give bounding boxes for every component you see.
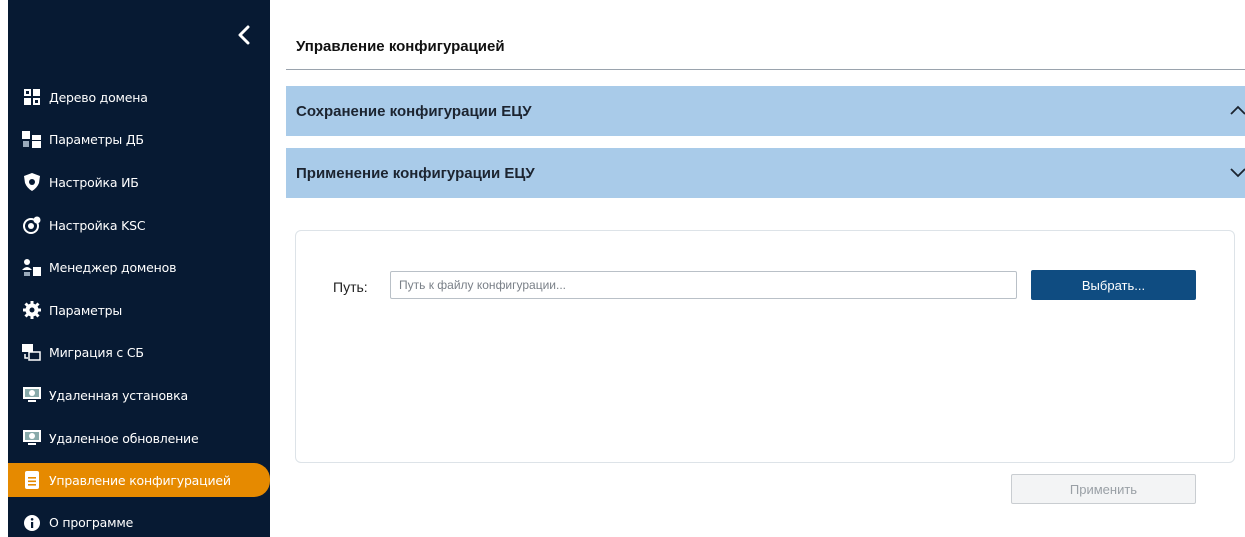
choose-file-button[interactable]: Выбрать... bbox=[1031, 270, 1196, 300]
domain-manager-icon bbox=[22, 258, 42, 278]
sidebar-item-ib-settings[interactable]: Настройка ИБ bbox=[8, 161, 270, 204]
sidebar-item-label: Удаленное обновление bbox=[49, 430, 199, 446]
gear-icon bbox=[22, 300, 42, 320]
page-title: Управление конфигурацией bbox=[296, 38, 505, 55]
config-icon bbox=[22, 470, 42, 490]
chevron-up-icon bbox=[1230, 105, 1245, 115]
migration-icon bbox=[22, 343, 42, 363]
chevron-left-icon bbox=[238, 25, 250, 45]
sidebar-item-migration[interactable]: Миграция с СБ bbox=[8, 332, 270, 375]
path-label: Путь: bbox=[333, 279, 368, 295]
sidebar-item-domain-tree[interactable]: Дерево домена bbox=[8, 76, 270, 119]
section-save-config-header[interactable]: Сохранение конфигурации ЕЦУ bbox=[286, 86, 1245, 136]
db-params-icon bbox=[22, 130, 42, 150]
sidebar-item-label: Удаленная установка bbox=[49, 387, 188, 403]
ksc-gear-icon bbox=[22, 215, 42, 235]
chevron-down-icon bbox=[1230, 168, 1245, 178]
sidebar-item-db-params[interactable]: Параметры ДБ bbox=[8, 119, 270, 162]
path-input[interactable] bbox=[390, 271, 1017, 299]
section-title: Сохранение конфигурации ЕЦУ bbox=[296, 102, 532, 120]
sidebar-menu: Дерево домена Параметры ДБ Настройка ИБ … bbox=[8, 76, 270, 537]
sidebar-item-label: Управление конфигурацией bbox=[49, 472, 231, 488]
sidebar-item-label: Настройка KSC bbox=[49, 217, 146, 233]
sidebar-item-domain-manager[interactable]: Менеджер доменов bbox=[8, 246, 270, 289]
remote-install-icon bbox=[22, 385, 42, 405]
apply-button[interactable]: Применить bbox=[1011, 474, 1196, 504]
apply-config-panel: Путь: Выбрать... bbox=[295, 230, 1235, 463]
sidebar-item-label: Настройка ИБ bbox=[49, 174, 139, 190]
remote-update-icon bbox=[22, 428, 42, 448]
section-apply-config-header[interactable]: Применение конфигурации ЕЦУ bbox=[286, 148, 1245, 198]
sidebar-item-label: Миграция с СБ bbox=[49, 345, 144, 361]
domain-tree-icon bbox=[22, 87, 42, 107]
sidebar-item-remote-update[interactable]: Удаленное обновление bbox=[8, 417, 270, 460]
sidebar-item-remote-install[interactable]: Удаленная установка bbox=[8, 374, 270, 417]
sidebar-item-label: Параметры ДБ bbox=[49, 132, 144, 148]
sidebar: Дерево домена Параметры ДБ Настройка ИБ … bbox=[8, 0, 270, 537]
sidebar-item-parameters[interactable]: Параметры bbox=[8, 289, 270, 332]
sidebar-item-label: Менеджер доменов bbox=[49, 260, 177, 276]
shield-icon bbox=[22, 172, 42, 192]
sidebar-item-label: О программе bbox=[49, 515, 134, 531]
section-title: Применение конфигурации ЕЦУ bbox=[296, 164, 535, 182]
sidebar-item-ksc-settings[interactable]: Настройка KSC bbox=[8, 204, 270, 247]
sidebar-item-about[interactable]: О программе bbox=[8, 501, 270, 537]
sidebar-item-label: Дерево домена bbox=[49, 89, 148, 105]
info-icon bbox=[22, 513, 42, 533]
main-content: Управление конфигурацией Сохранение конф… bbox=[270, 0, 1245, 537]
sidebar-item-config-management[interactable]: Управление конфигурацией bbox=[8, 463, 270, 498]
sidebar-item-label: Параметры bbox=[49, 302, 123, 318]
collapse-sidebar-button[interactable] bbox=[226, 18, 262, 52]
title-divider bbox=[286, 69, 1245, 70]
